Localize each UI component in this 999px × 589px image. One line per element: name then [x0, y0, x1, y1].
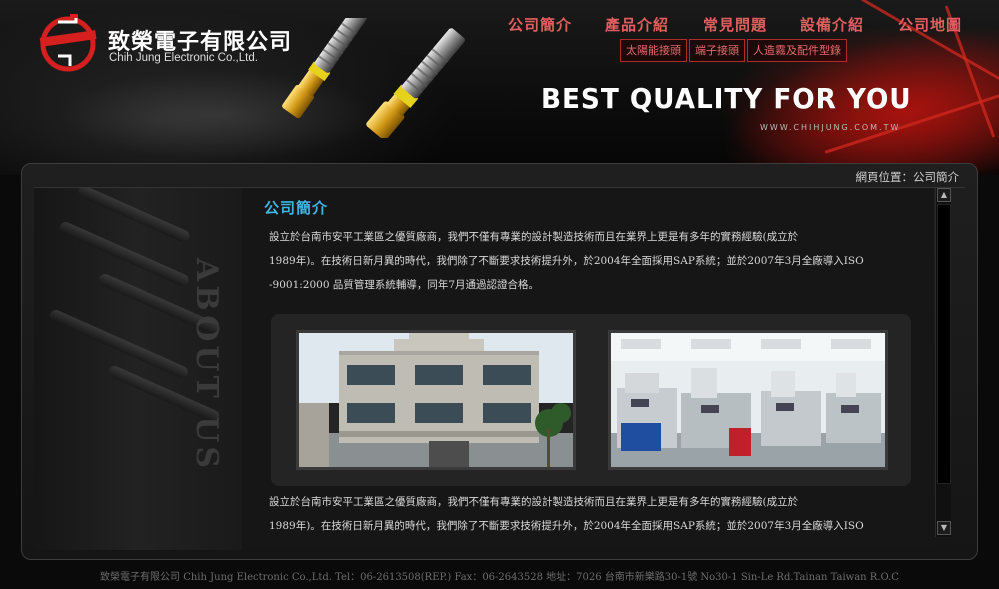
scroll-thumb[interactable]: [937, 204, 951, 484]
connectors-product-image: [282, 18, 465, 138]
repeat-paragraph: 設立於台南市安平工業區之優質廠商，我們不僅有專業的設計製造技術而且在業界上更是有…: [269, 490, 924, 538]
subnav-item-solar[interactable]: 太陽能接頭: [620, 39, 687, 62]
banner-slogan: BEST QUALITY FOR YOU: [541, 82, 912, 115]
nav-item-about[interactable]: 公司簡介: [508, 14, 572, 35]
content-area: 公司簡介 設立於台南市安平工業區之優質廠商，我們不僅有專業的設計製造技術而且在業…: [242, 188, 934, 550]
section-title: 公司簡介: [264, 199, 329, 217]
subnav-item-fog[interactable]: 人造霧及配件型錄: [747, 39, 847, 62]
logo-mark-icon: [39, 14, 97, 72]
banner-url: WWW.CHIHJUNG.COM.TW: [760, 123, 901, 132]
product-subnav: 太陽能接頭 端子接頭 人造霧及配件型錄: [620, 39, 849, 63]
photo-gallery: [271, 314, 911, 486]
scroll-down-icon[interactable]: ▼: [937, 521, 951, 535]
header-banner: 致榮電子有限公司 Chih Jung Electronic Co.,Ltd. 公…: [0, 0, 999, 175]
factory-building-photo: [296, 330, 576, 470]
footer-contact: 致榮電子有限公司 Chih Jung Electronic Co.,Ltd. T…: [100, 572, 899, 583]
company-name-en: Chih Jung Electronic Co.,Ltd.: [109, 52, 258, 64]
paragraph-line: 設立於台南市安平工業區之優質廠商，我們不僅有專業的設計製造技術而且在業界上更是有…: [269, 496, 799, 508]
company-logo[interactable]: 致榮電子有限公司 Chih Jung Electronic Co.,Ltd.: [36, 12, 296, 74]
paragraph-line: 1989年)。在技術日新月異的時代，我們除了不斷要求技術提升外，於2004年全面…: [269, 255, 864, 267]
about-us-label: ABOUT US: [189, 258, 224, 473]
breadcrumb: 網頁位置：公司簡介: [855, 170, 960, 184]
subnav-item-terminal[interactable]: 端子接頭: [689, 39, 745, 62]
nav-item-faq[interactable]: 常見問題: [703, 14, 767, 35]
paragraph-line: 設立於台南市安平工業區之優質廠商，我們不僅有專業的設計製造技術而且在業界上更是有…: [269, 231, 799, 243]
main-panel: 網頁位置：公司簡介 ABOUT US 公司簡介 設立於台南市安平工業區之優質廠商…: [21, 163, 978, 560]
nav-item-equipment[interactable]: 設備介紹: [800, 14, 864, 35]
paragraph-line: 1989年)。在技術日新月異的時代，我們除了不斷要求技術提升外，於2004年全面…: [269, 520, 864, 532]
intro-paragraph: 設立於台南市安平工業區之優質廠商，我們不僅有專業的設計製造技術而且在業界上更是有…: [269, 225, 924, 297]
nav-item-map[interactable]: 公司地圖: [898, 14, 962, 35]
scroll-up-icon[interactable]: ▲: [937, 188, 951, 202]
paragraph-line: -9001:2000 品質管理系統輔導，同年7月通過認證合格。: [269, 279, 540, 291]
content-scrollbar[interactable]: ▲ ▼: [935, 188, 951, 537]
nav-item-products[interactable]: 產品介紹: [605, 14, 669, 35]
factory-machines-photo: [608, 330, 888, 470]
sidebar-decoration: ABOUT US: [34, 188, 242, 550]
